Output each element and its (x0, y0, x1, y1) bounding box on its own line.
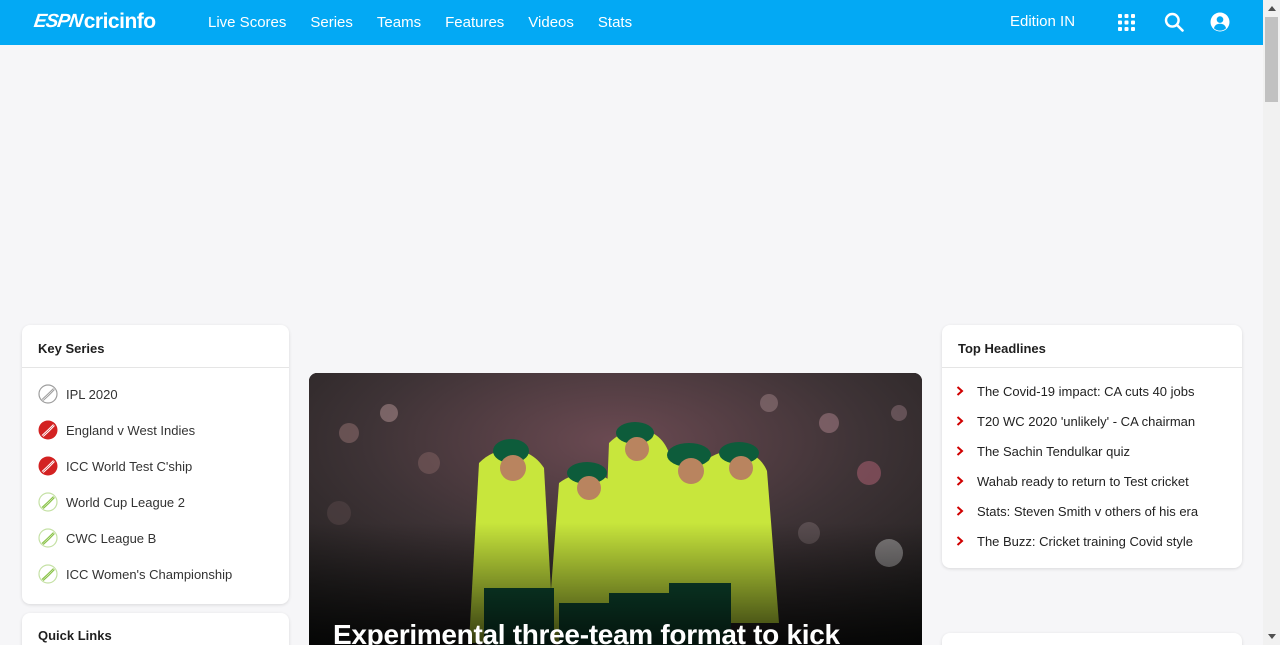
logo-site-text: cricinfo (83, 10, 156, 33)
edition-selector[interactable]: Edition IN (1010, 13, 1075, 30)
quick-links-title: Quick Links (38, 628, 112, 643)
series-item-england-v-west-indies[interactable]: England v West Indies (22, 412, 289, 448)
nav-videos[interactable]: Videos (528, 14, 574, 31)
top-navigation-bar: ESPN cricinfo Live Scores Series Teams F… (0, 0, 1263, 45)
headline-item[interactable]: The Buzz: Cricket training Covid style (942, 526, 1242, 556)
scroll-up-arrow-icon[interactable] (1263, 0, 1280, 17)
scroll-down-arrow-icon[interactable] (1263, 628, 1280, 645)
headline-text: The Buzz: Cricket training Covid style (977, 533, 1194, 549)
series-item-icc-womens-championship[interactable]: ICC Women's Championship (22, 556, 289, 592)
series-item-icc-world-test-championship[interactable]: ICC World Test C'ship (22, 448, 289, 484)
headline-item[interactable]: T20 WC 2020 'unlikely' - CA chairman (942, 406, 1242, 436)
headline-text: The Sachin Tendulkar quiz (977, 443, 1130, 459)
series-label: CWC League B (66, 530, 157, 546)
key-series-card: Key Series IPL 2020 England v West Indie… (22, 325, 289, 604)
key-series-title: Key Series (22, 325, 289, 368)
chevron-right-icon (956, 416, 964, 426)
headline-item[interactable]: Stats: Steven Smith v others of his era (942, 496, 1242, 526)
advertisement-placeholder (0, 45, 1263, 315)
hero-photo (309, 373, 922, 645)
headline-text: The Covid-19 impact: CA cuts 40 jobs (977, 383, 1195, 399)
headline-text: Wahab ready to return to Test cricket (977, 473, 1189, 489)
espncricinfo-logo[interactable]: ESPN cricinfo (32, 10, 157, 34)
hero-headline[interactable]: Experimental three-team format to kick (333, 619, 840, 645)
top-headlines-card: Top Headlines The Covid-19 impact: CA cu… (942, 325, 1242, 568)
chevron-right-icon (956, 506, 964, 516)
cricket-ball-green-icon (38, 528, 58, 548)
main-nav: Live Scores Series Teams Features Videos… (208, 0, 656, 45)
quick-links-card: Quick Links (22, 613, 289, 645)
nav-features[interactable]: Features (445, 14, 504, 31)
cricket-ball-red-icon (38, 420, 58, 440)
headline-text: Stats: Steven Smith v others of his era (977, 503, 1199, 519)
headline-list: The Covid-19 impact: CA cuts 40 jobs T20… (942, 368, 1242, 556)
series-label: ICC Women's Championship (66, 566, 233, 582)
search-icon[interactable] (1163, 11, 1185, 33)
series-label: England v West Indies (66, 422, 196, 438)
series-label: IPL 2020 (66, 386, 118, 402)
headline-item[interactable]: Wahab ready to return to Test cricket (942, 466, 1242, 496)
cricket-ball-grey-icon (38, 384, 58, 404)
cricket-ball-green-icon (38, 564, 58, 584)
series-item-cwc-league-b[interactable]: CWC League B (22, 520, 289, 556)
page-scrollbar[interactable] (1263, 0, 1280, 645)
series-label: ICC World Test C'ship (66, 458, 193, 474)
chevron-right-icon (956, 446, 964, 456)
right-rail-card (942, 633, 1242, 645)
chevron-right-icon (956, 536, 964, 546)
grid-icon[interactable] (1115, 11, 1137, 33)
nav-live-scores[interactable]: Live Scores (208, 14, 286, 31)
logo-espn-text: ESPN (32, 11, 84, 32)
headline-item[interactable]: The Sachin Tendulkar quiz (942, 436, 1242, 466)
key-series-list: IPL 2020 England v West Indies ICC World… (22, 368, 289, 592)
cricket-ball-red-icon (38, 456, 58, 476)
chevron-right-icon (956, 476, 964, 486)
headline-item[interactable]: The Covid-19 impact: CA cuts 40 jobs (942, 376, 1242, 406)
user-icon[interactable] (1209, 11, 1231, 33)
series-item-world-cup-league-2[interactable]: World Cup League 2 (22, 484, 289, 520)
cricket-ball-green-icon (38, 492, 58, 512)
series-label: World Cup League 2 (66, 494, 186, 510)
nav-teams[interactable]: Teams (377, 14, 421, 31)
scrollbar-thumb[interactable] (1265, 17, 1278, 102)
chevron-right-icon (956, 386, 964, 396)
hero-story[interactable]: Experimental three-team format to kick (309, 373, 922, 645)
nav-series[interactable]: Series (310, 14, 353, 31)
top-headlines-title: Top Headlines (942, 325, 1242, 368)
headline-text: T20 WC 2020 'unlikely' - CA chairman (977, 413, 1196, 429)
series-item-ipl-2020[interactable]: IPL 2020 (22, 376, 289, 412)
nav-stats[interactable]: Stats (598, 14, 632, 31)
